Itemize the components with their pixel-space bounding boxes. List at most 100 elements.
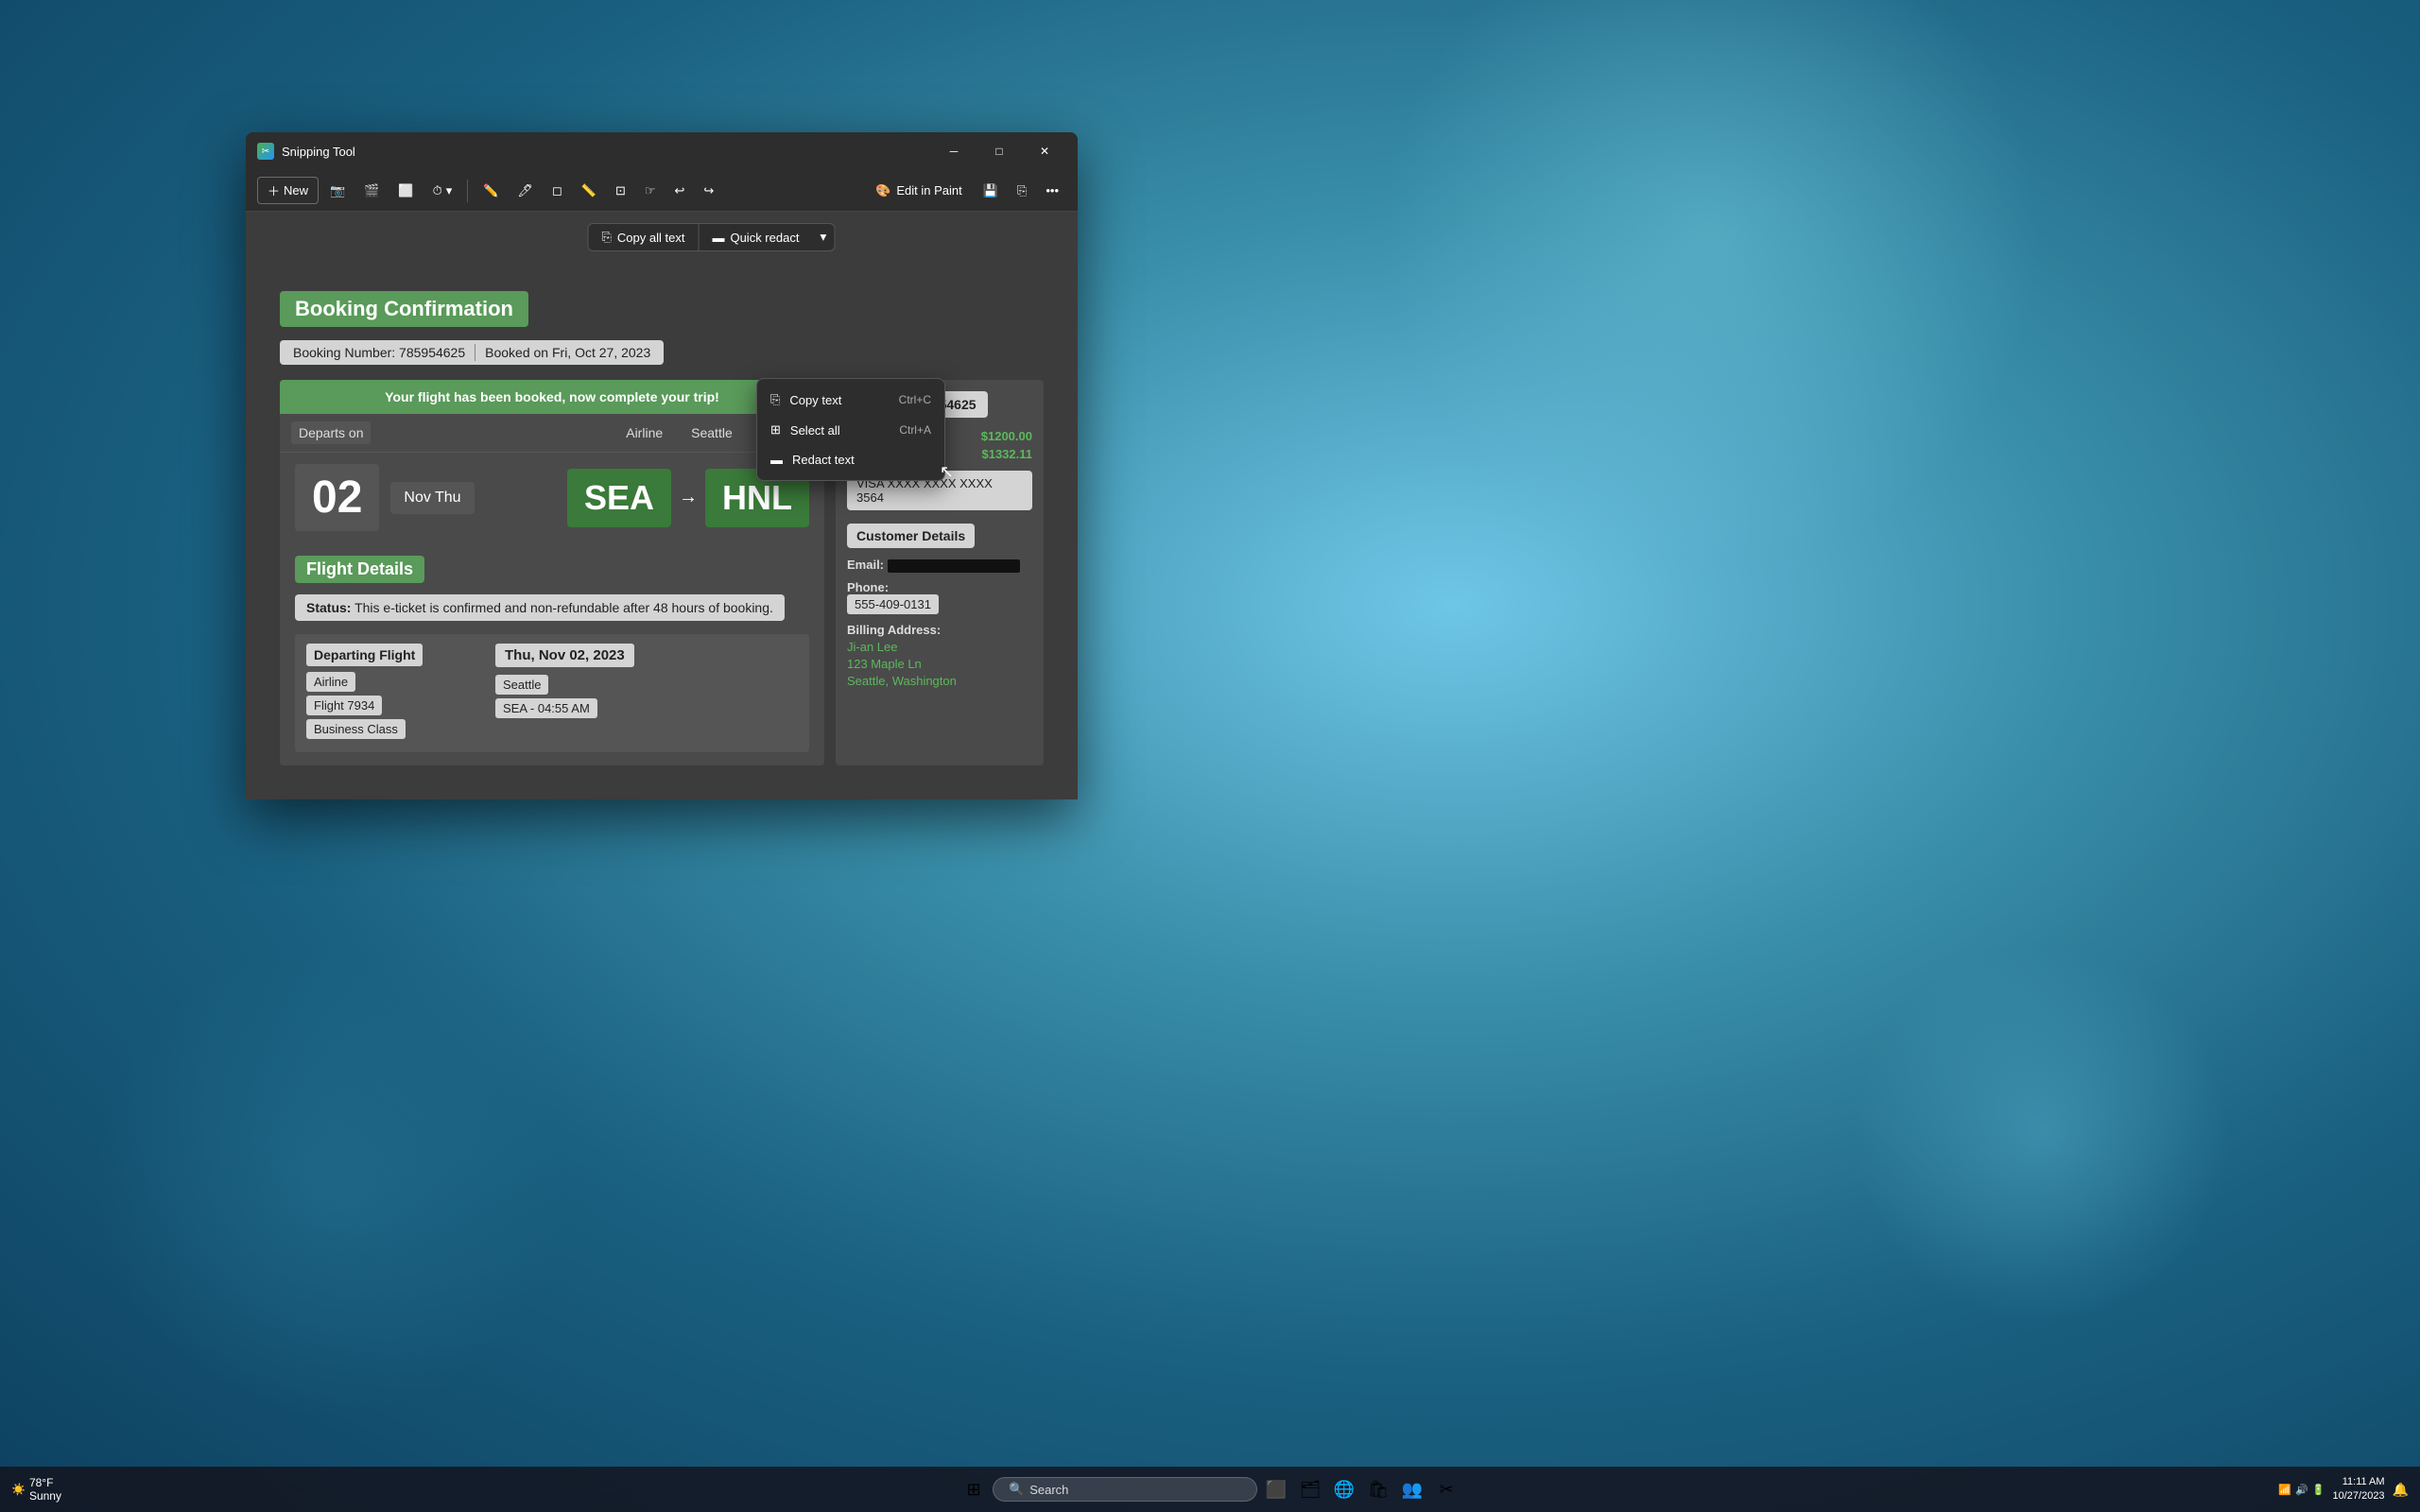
title-bar-left: ✂ Snipping Tool	[257, 143, 355, 160]
timer-button[interactable]: ⏱ ▾	[425, 180, 460, 202]
edit-paint-button[interactable]: 🎨 Edit in Paint	[866, 180, 972, 202]
crop-button[interactable]: ⊡	[608, 180, 633, 202]
paint-icon: 🎨	[875, 183, 890, 198]
minimize-button[interactable]: ─	[932, 136, 976, 166]
content-area: ⎘ Copy all text ▬ Quick redact ▾ Booking…	[246, 212, 1078, 799]
weather-icon: ☀️	[11, 1483, 26, 1496]
billing-address-label: Billing Address:	[847, 623, 941, 637]
departure-city: Seattle	[495, 675, 548, 695]
new-label: New	[284, 183, 308, 198]
weather-info: 78°F Sunny	[29, 1476, 61, 1503]
select-all-menu-item[interactable]: ⊞ Select all Ctrl+A	[757, 415, 944, 445]
booked-on-date: Booked on Fri, Oct 27, 2023	[485, 345, 650, 360]
highlighter-button[interactable]: 🖊	[510, 180, 541, 202]
selection-icon: ⬜	[398, 183, 413, 198]
taskbar: ☀️ 78°F Sunny ⊞ 🔍 Search ⬛ 🗂 🌐 🛍	[0, 1467, 2420, 1512]
class-label: Business Class	[306, 719, 406, 739]
store-button[interactable]: 🛍	[1363, 1474, 1393, 1504]
copy-button[interactable]: ⎘	[1010, 180, 1034, 202]
customer-details-title: Customer Details	[847, 524, 975, 548]
copy-icon: ⎘	[1017, 183, 1027, 198]
status-label: Status:	[306, 600, 351, 615]
task-view-button[interactable]: ⬛	[1261, 1474, 1291, 1504]
phone-value: 555-409-0131	[847, 594, 939, 614]
system-clock[interactable]: 11:11 AM 10/27/2023	[2333, 1475, 2385, 1504]
widgets-icon: 🗂	[1300, 1480, 1322, 1500]
search-bar[interactable]: 🔍 Search	[993, 1477, 1257, 1502]
taskbar-left: ☀️ 78°F Sunny	[11, 1476, 69, 1503]
crop-icon: ⊡	[615, 183, 626, 198]
ruler-button[interactable]: 📏	[574, 180, 604, 202]
highlighter-icon: 🖊	[517, 183, 533, 198]
title-bar: ✂ Snipping Tool ─ □ ✕	[246, 132, 1078, 170]
copy-all-text-button[interactable]: ⎘ Copy all text	[589, 224, 699, 250]
copy-text-menu-item[interactable]: ⎘ Copy text Ctrl+C	[757, 385, 944, 415]
close-button[interactable]: ✕	[1023, 136, 1066, 166]
new-button[interactable]: ＋ New	[257, 177, 319, 204]
search-icon: 🔍	[1009, 1482, 1024, 1497]
flight-info-bar: Departs on Airline Seattle Honolulu	[280, 414, 824, 453]
widgets-button[interactable]: 🗂	[1295, 1474, 1325, 1504]
quick-redact-dropdown[interactable]: ▾	[812, 224, 834, 250]
timer-icon: ⏱	[433, 183, 442, 198]
total-value: $1332.11	[981, 447, 1032, 461]
select-all-label: Select all	[790, 423, 840, 438]
copy-text-shortcut: Ctrl+C	[899, 393, 931, 406]
search-label: Search	[1029, 1483, 1068, 1497]
teams-icon: 👥	[1402, 1480, 1423, 1500]
copy-all-icon: ⎘	[602, 230, 612, 245]
departs-label: Departs on	[291, 421, 371, 444]
temperature: 78°F	[29, 1476, 53, 1489]
booking-number: Booking Number: 785954625	[293, 345, 465, 360]
quick-redact-label: Quick redact	[730, 231, 799, 245]
start-button[interactable]: ⊞	[959, 1474, 989, 1504]
context-menu: ⎘ Copy text Ctrl+C ⊞ Select all Ctrl+A ▬…	[756, 378, 945, 481]
pen-button[interactable]: ✏️	[475, 180, 506, 202]
phone-field: Phone: 555-409-0131	[847, 580, 1032, 614]
battery-icon[interactable]: 🔋	[2312, 1484, 2325, 1496]
weather-widget[interactable]: ☀️ 78°F Sunny	[11, 1476, 61, 1503]
quick-redact-button[interactable]: ▬ Quick redact	[699, 225, 812, 250]
decorative-swirl-3	[1853, 945, 2231, 1323]
more-button[interactable]: •••	[1038, 180, 1066, 201]
departing-left: Departing Flight Airline Flight 7934 Bus…	[295, 634, 484, 752]
toolbar: ＋ New 📷 🎬 ⬜ ⏱ ▾ ✏️ 🖊 ◻ 📏 ⊡	[246, 170, 1078, 212]
window-title: Snipping Tool	[282, 145, 355, 159]
email-label: Email:	[847, 558, 884, 572]
taskbar-right: 📶 🔊 🔋 11:11 AM 10/27/2023 🔔	[2278, 1475, 2409, 1504]
email-redacted	[888, 559, 1020, 573]
booking-confirmation-header: Booking Confirmation	[280, 291, 528, 327]
undo-icon: ↩	[675, 183, 685, 198]
redo-button[interactable]: ↪	[696, 180, 721, 202]
ruler-icon: 📏	[581, 183, 596, 198]
maximize-button[interactable]: □	[977, 136, 1021, 166]
touch-button[interactable]: ☞	[637, 180, 664, 202]
select-all-icon: ⊞	[770, 422, 781, 438]
teams-button[interactable]: 👥	[1397, 1474, 1427, 1504]
video-button[interactable]: 🎬	[356, 180, 387, 202]
chevron-down-icon: ▾	[446, 183, 453, 198]
undo-button[interactable]: ↩	[667, 180, 693, 202]
notification-icon[interactable]: 🔔	[2393, 1482, 2409, 1498]
redact-text-menu-item[interactable]: ▬ Redact text ↖	[757, 445, 944, 474]
redact-text-icon: ▬	[770, 453, 783, 467]
promo-banner: Your flight has been booked, now complet…	[280, 380, 824, 414]
volume-icon[interactable]: 🔊	[2295, 1484, 2308, 1496]
phone-label: Phone:	[847, 580, 889, 594]
eraser-icon: ◻	[552, 183, 562, 198]
save-button[interactable]: 💾	[976, 180, 1006, 202]
departure-date-number: 02	[295, 464, 379, 531]
pen-icon: ✏️	[483, 183, 498, 198]
browser-button[interactable]: 🌐	[1329, 1474, 1359, 1504]
booking-number-bar: Booking Number: 785954625 Booked on Fri,…	[280, 340, 664, 365]
snipping-tool-taskbar-button[interactable]: ✂	[1431, 1474, 1461, 1504]
left-panel: Your flight has been booked, now complet…	[280, 380, 824, 765]
system-tray: 📶 🔊 🔋	[2278, 1484, 2325, 1496]
edit-paint-label: Edit in Paint	[896, 183, 961, 198]
eraser-button[interactable]: ◻	[544, 180, 570, 202]
network-icon[interactable]: 📶	[2278, 1484, 2291, 1496]
camera-icon: 📷	[330, 183, 345, 198]
camera-button[interactable]: 📷	[322, 180, 353, 202]
selection-button[interactable]: ⬜	[390, 180, 421, 202]
redact-icon: ▬	[712, 231, 724, 245]
